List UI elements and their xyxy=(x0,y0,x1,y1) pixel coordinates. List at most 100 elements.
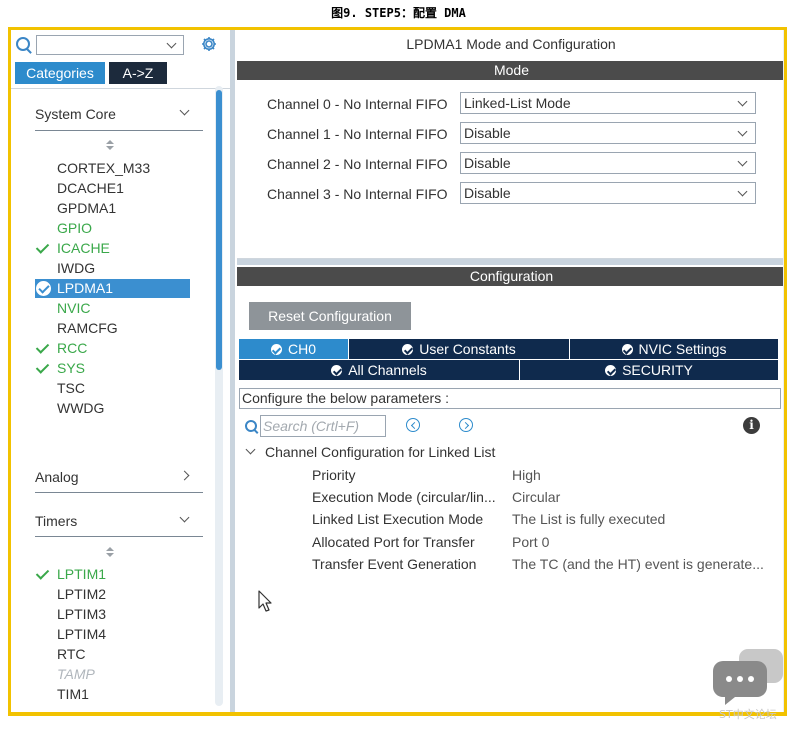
tab-security[interactable]: SECURITY xyxy=(520,360,778,380)
chevron-down-icon xyxy=(737,186,748,197)
section-splitter[interactable] xyxy=(237,259,784,265)
tab-a-z[interactable]: A->Z xyxy=(109,62,167,84)
mode-configuration-panel: LPDMA1 Mode and Configuration Mode Chann… xyxy=(235,30,784,712)
tab-nvic-settings-label: NVIC Settings xyxy=(638,341,727,357)
param-event-generation-name: Transfer Event Generation xyxy=(312,556,477,572)
group-divider xyxy=(35,536,203,537)
check-circle-icon xyxy=(270,344,282,355)
tab-ch0-label: CH0 xyxy=(287,341,316,357)
chevron-down-icon xyxy=(737,126,748,137)
chevron-down-icon xyxy=(166,38,177,49)
param-port-value[interactable]: Port 0 xyxy=(512,534,549,550)
channel-0-mode-select[interactable]: Linked-List Mode xyxy=(460,92,756,114)
param-event-generation-value[interactable]: The TC (and the HT) event is generate... xyxy=(512,556,764,572)
sidebar-item-rtc[interactable]: RTC xyxy=(57,644,86,664)
check-circle-icon xyxy=(402,344,414,355)
search-icon xyxy=(245,420,257,432)
param-execution-mode-value[interactable]: Circular xyxy=(512,489,560,505)
tab-all-channels-label: All Channels xyxy=(348,362,427,378)
sort-up-icon xyxy=(106,547,114,551)
sidebar-item-ramcfg[interactable]: RAMCFG xyxy=(57,318,118,338)
sidebar-item-tsc[interactable]: TSC xyxy=(57,378,85,398)
channel-0-mode-value: Linked-List Mode xyxy=(464,95,571,111)
check-circle-icon xyxy=(331,365,343,376)
check-circle-icon xyxy=(36,281,51,296)
info-icon[interactable]: i xyxy=(743,417,760,434)
sidebar-scrollbar[interactable] xyxy=(216,90,222,370)
channel-2-label: Channel 2 - No Internal FIFO xyxy=(267,156,448,172)
tab-user-constants[interactable]: User Constants xyxy=(349,339,570,359)
sidebar-item-lpdma1[interactable]: LPDMA1 xyxy=(57,278,113,298)
sort-down-icon xyxy=(106,146,114,150)
sidebar-item-lptim2[interactable]: LPTIM2 xyxy=(57,584,106,604)
sidebar-item-cortex-m33[interactable]: CORTEX_M33 xyxy=(57,158,150,178)
param-ll-execution-value[interactable]: The List is fully executed xyxy=(512,511,665,527)
tab-all-channels[interactable]: All Channels xyxy=(239,360,520,380)
sidebar-item-lptim1[interactable]: LPTIM1 xyxy=(57,564,106,584)
param-port-name: Allocated Port for Transfer xyxy=(312,534,475,550)
sidebar-item-tim1[interactable]: TIM1 xyxy=(57,684,89,704)
sidebar-item-dcache1[interactable]: DCACHE1 xyxy=(57,178,124,198)
configure-hint: Configure the below parameters : xyxy=(239,388,781,409)
sidebar-item-lptim4[interactable]: LPTIM4 xyxy=(57,624,106,644)
tab-ch0[interactable]: CH0 xyxy=(239,339,349,359)
previous-result-icon[interactable] xyxy=(406,418,420,432)
group-divider xyxy=(35,130,203,131)
panel-title: LPDMA1 Mode and Configuration xyxy=(406,36,616,52)
chevron-down-icon xyxy=(737,156,748,167)
channel-3-mode-value: Disable xyxy=(464,185,511,201)
sidebar-item-wwdg[interactable]: WWDG xyxy=(57,398,104,418)
left-sidebar: Categories A->Z System Core CORTEX_M33 D… xyxy=(11,30,230,712)
sidebar-item-icache[interactable]: ICACHE xyxy=(57,238,110,258)
configuration-header: Configuration xyxy=(237,267,784,286)
parameter-search-input[interactable]: Search (Crtl+F) xyxy=(260,415,386,437)
sidebar-item-rcc[interactable]: RCC xyxy=(57,338,87,358)
channel-3-label: Channel 3 - No Internal FIFO xyxy=(267,186,448,202)
mode-section: Channel 0 - No Internal FIFO Linked-List… xyxy=(237,78,784,259)
tree-group-linked-list[interactable]: Channel Configuration for Linked List xyxy=(265,444,495,460)
gear-icon[interactable] xyxy=(201,36,217,52)
channel-2-mode-value: Disable xyxy=(464,155,511,171)
chevron-down-icon xyxy=(737,96,748,107)
sort-down-icon xyxy=(106,553,114,557)
group-divider xyxy=(35,492,203,493)
param-priority-name: Priority xyxy=(312,467,356,483)
channel-1-mode-select[interactable]: Disable xyxy=(460,122,756,144)
mouse-pointer-icon xyxy=(258,590,272,612)
sidebar-item-gpio[interactable]: GPIO xyxy=(57,218,92,238)
sidebar-item-lptim3[interactable]: LPTIM3 xyxy=(57,604,106,624)
tab-categories[interactable]: Categories xyxy=(15,62,105,84)
category-search-input[interactable] xyxy=(36,35,184,55)
next-result-icon[interactable] xyxy=(459,418,473,432)
chat-bubble-icon xyxy=(713,649,783,705)
chevron-down-icon[interactable] xyxy=(245,444,256,455)
channel-1-label: Channel 1 - No Internal FIFO xyxy=(267,126,448,142)
param-ll-execution-name: Linked List Execution Mode xyxy=(312,511,484,527)
sidebar-item-gpdma1[interactable]: GPDMA1 xyxy=(57,198,116,218)
channel-3-mode-select[interactable]: Disable xyxy=(460,182,756,204)
param-priority-value[interactable]: High xyxy=(512,467,541,483)
watermark: ST中文论坛 xyxy=(719,708,777,721)
group-timers[interactable]: Timers xyxy=(35,513,77,529)
tab-nvic-settings[interactable]: NVIC Settings xyxy=(570,339,778,359)
tab-user-constants-label: User Constants xyxy=(419,341,516,357)
tab-security-label: SECURITY xyxy=(622,362,693,378)
sidebar-item-nvic[interactable]: NVIC xyxy=(57,298,90,318)
group-analog[interactable]: Analog xyxy=(35,469,79,485)
config-scroll-track[interactable] xyxy=(783,30,784,712)
check-circle-icon xyxy=(621,344,633,355)
param-execution-mode-name: Execution Mode (circular/lin... xyxy=(312,489,496,505)
app-window: Categories A->Z System Core CORTEX_M33 D… xyxy=(8,27,787,716)
check-circle-icon xyxy=(605,365,617,376)
figure-caption: 图9. STEP5：配置 DMA xyxy=(331,6,466,20)
sidebar-item-iwdg[interactable]: IWDG xyxy=(57,258,95,278)
category-search xyxy=(13,33,228,57)
sort-up-icon xyxy=(106,140,114,144)
reset-configuration-button[interactable]: Reset Configuration xyxy=(249,302,411,330)
group-system-core[interactable]: System Core xyxy=(35,106,116,122)
sidebar-item-tamp[interactable]: TAMP xyxy=(57,664,95,684)
search-icon xyxy=(16,37,30,51)
channel-1-mode-value: Disable xyxy=(464,125,511,141)
sidebar-item-sys[interactable]: SYS xyxy=(57,358,85,378)
channel-2-mode-select[interactable]: Disable xyxy=(460,152,756,174)
